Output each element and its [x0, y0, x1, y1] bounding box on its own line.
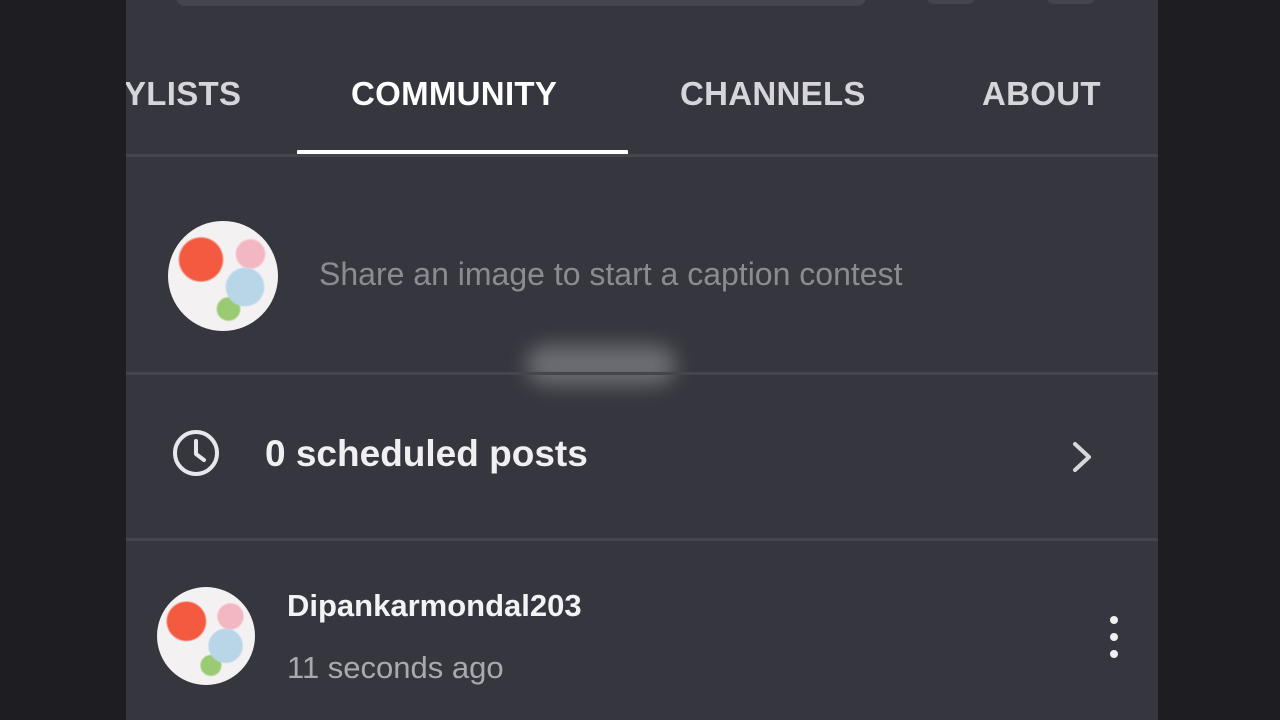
account-icon[interactable]	[1046, 0, 1096, 4]
author-avatar[interactable]	[157, 587, 255, 685]
outer-background-right	[1158, 0, 1280, 720]
tab-about[interactable]: ABOUT	[982, 74, 1101, 114]
post-header: Dipankarmondal203 11 seconds ago	[126, 540, 1158, 720]
search-bar[interactable]	[176, 0, 866, 6]
scheduled-posts-label: 0 scheduled posts	[265, 433, 588, 474]
post-timestamp: 11 seconds ago	[287, 650, 504, 685]
composer-placeholder[interactable]: Share an image to start a caption contes…	[319, 256, 902, 293]
channel-avatar	[168, 221, 278, 331]
tab-community[interactable]: COMMUNITY	[351, 74, 557, 114]
channel-tabs: YLISTS COMMUNITY CHANNELS ABOUT	[126, 50, 1158, 156]
tab-playlists[interactable]: YLISTS	[126, 74, 241, 114]
outer-background-left	[0, 0, 126, 720]
post-author[interactable]: Dipankarmondal203	[287, 588, 582, 624]
post-composer[interactable]: Share an image to start a caption contes…	[126, 160, 1158, 372]
clock-icon	[173, 430, 219, 476]
more-vert-icon[interactable]	[1102, 612, 1126, 662]
cast-icon[interactable]	[926, 0, 976, 4]
tabs-divider	[126, 154, 1158, 157]
app-screen: YLISTS COMMUNITY CHANNELS ABOUT Share an…	[126, 0, 1158, 720]
top-bar	[126, 0, 1158, 10]
scheduled-posts-row[interactable]: 0 scheduled posts	[126, 375, 1158, 537]
tab-channels[interactable]: CHANNELS	[680, 74, 866, 114]
chevron-right-icon	[1073, 442, 1091, 472]
